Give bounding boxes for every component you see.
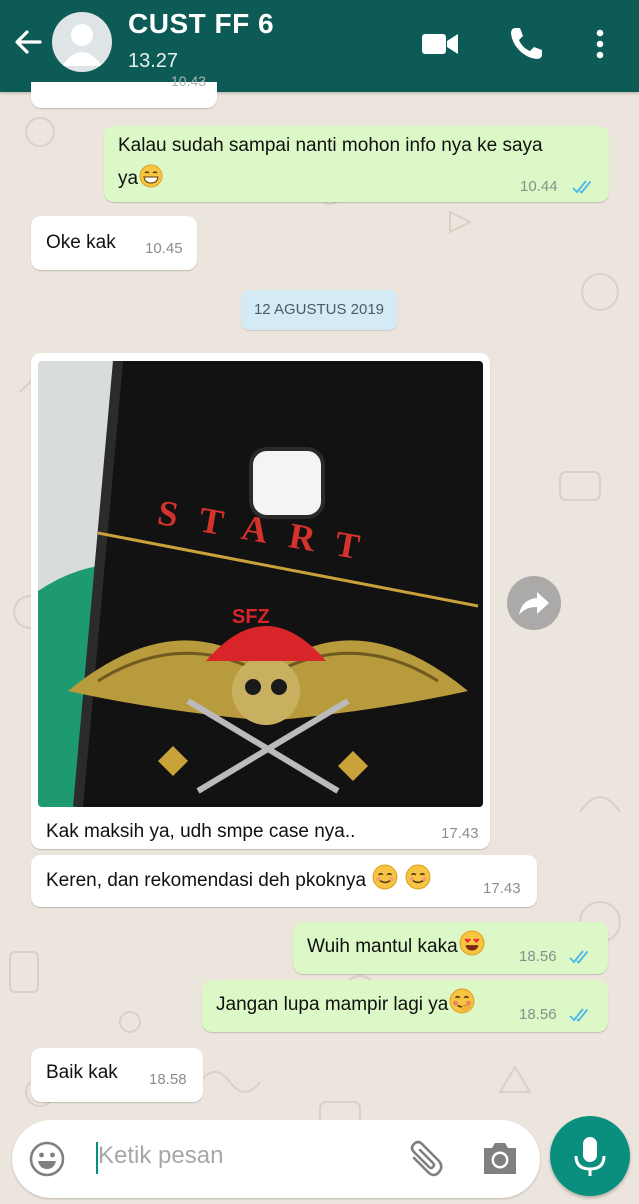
case-text-emblem: SFZ xyxy=(232,606,270,628)
message-time: 10.44 xyxy=(520,178,558,195)
message-bubble-incoming[interactable]: Baik kak 18.58 xyxy=(31,1048,203,1102)
message-time: 17.43 xyxy=(483,880,521,897)
message-bubble-outgoing[interactable]: Kalau sudah sampai nanti mohon info nya … xyxy=(104,126,609,202)
double-check-read-icon xyxy=(569,1008,589,1022)
camera-icon[interactable] xyxy=(480,1140,520,1178)
last-seen-time: 13.27 xyxy=(128,50,179,72)
message-bubble-incoming[interactable]: Oke kak 10.45 xyxy=(31,216,197,270)
paperclip-icon[interactable] xyxy=(402,1138,446,1182)
message-time: 10.43 xyxy=(171,73,207,89)
blushing-emoji-icon xyxy=(449,988,475,1014)
message-text: Baik kak xyxy=(46,1062,118,1083)
arrow-left-icon[interactable] xyxy=(10,24,46,60)
default-avatar-icon xyxy=(62,24,102,66)
message-text: Keren, dan rekomendasi deh pkoknya xyxy=(46,864,431,897)
grin-emoji-icon xyxy=(139,164,163,188)
date-divider: 12 AGUSTUS 2019 xyxy=(241,290,397,330)
microphone-icon xyxy=(574,1137,606,1176)
more-vertical-icon[interactable] xyxy=(580,24,620,64)
message-time: 18.56 xyxy=(519,948,557,965)
forward-button[interactable] xyxy=(507,576,561,630)
phone-case-photo: START SFZ xyxy=(38,361,483,807)
image-caption: Kak maksih ya, udh smpe case nya.. xyxy=(46,821,356,842)
message-time: 17.43 xyxy=(441,825,479,842)
smiley-icon[interactable] xyxy=(28,1140,66,1178)
message-text-line: Jangan lupa mampir lagi ya xyxy=(216,994,449,1015)
phone-icon[interactable] xyxy=(506,24,546,64)
message-bubble-partial[interactable]: 10.43 xyxy=(31,73,217,108)
message-composer: Ketik pesan xyxy=(12,1120,540,1198)
voice-record-button[interactable] xyxy=(550,1116,630,1196)
contact-name[interactable]: CUST FF 6 xyxy=(128,8,274,40)
message-text-line: ya xyxy=(118,168,139,189)
message-input[interactable]: Ketik pesan xyxy=(98,1142,223,1170)
double-check-read-icon xyxy=(572,180,592,194)
message-bubble-incoming[interactable]: Keren, dan rekomendasi deh pkoknya 17.43 xyxy=(31,855,537,907)
smile-emoji-icon xyxy=(372,864,398,890)
double-check-read-icon xyxy=(569,950,589,964)
message-time: 18.56 xyxy=(519,1006,557,1023)
message-text-line: Kalau sudah sampai nanti mohon info nya … xyxy=(118,135,543,156)
heart-eyes-emoji-icon xyxy=(459,930,485,956)
message-text-line: Wuih mantul kaka xyxy=(307,936,458,957)
message-photo[interactable]: START SFZ xyxy=(38,361,483,807)
contact-avatar[interactable] xyxy=(52,12,112,72)
message-time: 10.45 xyxy=(145,240,183,257)
message-text-line: Keren, dan rekomendasi deh pkoknya xyxy=(46,870,367,891)
message-text: Oke kak xyxy=(46,232,116,253)
message-text: Wuih mantul kaka xyxy=(307,930,485,963)
chat-header: CUST FF 6 13.27 xyxy=(0,0,639,92)
share-arrow-icon xyxy=(519,592,549,615)
message-text: Jangan lupa mampir lagi ya xyxy=(216,988,475,1021)
video-camera-icon[interactable] xyxy=(420,24,460,64)
message-text: Kalau sudah sampai nanti mohon info nya … xyxy=(118,129,543,195)
message-bubble-outgoing[interactable]: Wuih mantul kaka 18.56 xyxy=(293,922,608,974)
message-time: 18.58 xyxy=(149,1071,187,1088)
smile-emoji-icon xyxy=(405,864,431,890)
message-bubble-outgoing[interactable]: Jangan lupa mampir lagi ya 18.56 xyxy=(202,980,608,1032)
